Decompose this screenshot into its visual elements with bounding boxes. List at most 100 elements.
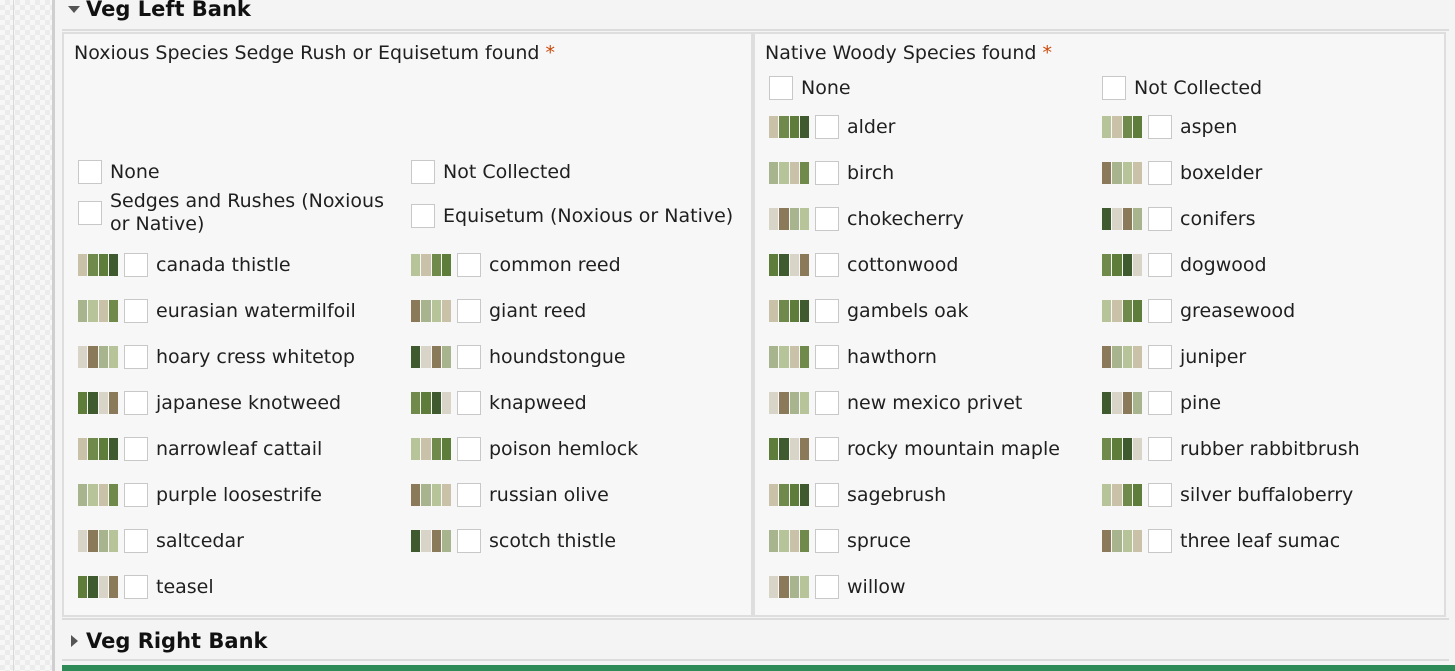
option-pine[interactable]: pine	[1102, 389, 1221, 417]
option-aspen[interactable]: aspen	[1102, 113, 1237, 141]
checkbox[interactable]	[815, 299, 839, 323]
checkbox[interactable]	[815, 483, 839, 507]
checkbox[interactable]	[1148, 483, 1172, 507]
checkbox[interactable]	[1102, 76, 1126, 100]
checkbox[interactable]	[1148, 115, 1172, 139]
checkbox[interactable]	[457, 253, 481, 277]
form-bottom-bar	[62, 665, 1455, 671]
checkbox[interactable]	[1148, 437, 1172, 461]
checkbox[interactable]	[1148, 345, 1172, 369]
left-gutter	[0, 0, 52, 671]
option-sedges-and-rushes[interactable]: Sedges and Rushes (Noxious or Native)	[78, 190, 408, 236]
checkbox[interactable]	[124, 437, 148, 461]
checkbox[interactable]	[411, 160, 435, 184]
checkbox[interactable]	[1148, 253, 1172, 277]
species-photo-thumbnail	[769, 254, 809, 276]
checkbox[interactable]	[815, 437, 839, 461]
checkbox[interactable]	[815, 345, 839, 369]
option-alder[interactable]: alder	[769, 113, 895, 141]
checkbox[interactable]	[457, 299, 481, 323]
option-poison-hemlock[interactable]: poison hemlock	[411, 435, 638, 463]
checkbox[interactable]	[124, 253, 148, 277]
option-eurasian-watermilfoil[interactable]: eurasian watermilfoil	[78, 297, 356, 325]
checkbox[interactable]	[815, 391, 839, 415]
checkbox[interactable]	[457, 529, 481, 553]
species-photo-thumbnail	[769, 438, 809, 460]
checkbox[interactable]	[124, 391, 148, 415]
option-hoary-cress-whitetop[interactable]: hoary cress whitetop	[78, 343, 355, 371]
option-houndstongue[interactable]: houndstongue	[411, 343, 626, 371]
option-common-reed[interactable]: common reed	[411, 251, 621, 279]
checkbox[interactable]	[815, 575, 839, 599]
option-saltcedar[interactable]: saltcedar	[78, 527, 244, 555]
checkbox[interactable]	[124, 483, 148, 507]
option-not-collected[interactable]: Not Collected	[1102, 74, 1262, 102]
option-new-mexico-privet[interactable]: new mexico privet	[769, 389, 1022, 417]
option-label: teasel	[156, 576, 214, 598]
option-label: None	[110, 161, 160, 183]
option-none[interactable]: None	[78, 158, 160, 186]
option-teasel[interactable]: teasel	[78, 573, 214, 601]
checkbox[interactable]	[815, 253, 839, 277]
option-russian-olive[interactable]: russian olive	[411, 481, 609, 509]
checkbox[interactable]	[1148, 391, 1172, 415]
species-photo-thumbnail	[769, 346, 809, 368]
option-sagebrush[interactable]: sagebrush	[769, 481, 946, 509]
option-label: None	[801, 77, 851, 99]
option-dogwood[interactable]: dogwood	[1102, 251, 1267, 279]
checkbox[interactable]	[1148, 529, 1172, 553]
option-hawthorn[interactable]: hawthorn	[769, 343, 937, 371]
species-photo-thumbnail	[1102, 300, 1142, 322]
checkbox[interactable]	[815, 207, 839, 231]
option-rubber-rabbitbrush[interactable]: rubber rabbitbrush	[1102, 435, 1360, 463]
checkbox[interactable]	[124, 299, 148, 323]
checkbox[interactable]	[769, 76, 793, 100]
checkbox[interactable]	[457, 483, 481, 507]
option-gambels-oak[interactable]: gambels oak	[769, 297, 968, 325]
option-giant-reed[interactable]: giant reed	[411, 297, 586, 325]
option-label: russian olive	[489, 484, 609, 506]
option-silver-buffaloberry[interactable]: silver buffaloberry	[1102, 481, 1353, 509]
option-label: new mexico privet	[847, 392, 1023, 414]
checkbox[interactable]	[1148, 161, 1172, 185]
checkbox[interactable]	[124, 575, 148, 599]
species-photo-thumbnail	[769, 576, 809, 598]
option-narrowleaf-cattail[interactable]: narrowleaf cattail	[78, 435, 322, 463]
option-japanese-knotweed[interactable]: japanese knotweed	[78, 389, 341, 417]
checkbox[interactable]	[1148, 207, 1172, 231]
option-scotch-thistle[interactable]: scotch thistle	[411, 527, 616, 555]
checkbox[interactable]	[124, 345, 148, 369]
section-header-veg-left-bank[interactable]: Veg Left Bank	[62, 0, 1449, 23]
checkbox[interactable]	[457, 391, 481, 415]
checkbox[interactable]	[457, 437, 481, 461]
checkbox[interactable]	[1148, 299, 1172, 323]
option-birch[interactable]: birch	[769, 159, 894, 187]
option-conifers[interactable]: conifers	[1102, 205, 1255, 233]
section-header-veg-right-bank[interactable]: Veg Right Bank	[62, 627, 1449, 655]
checkbox[interactable]	[124, 529, 148, 553]
option-knapweed[interactable]: knapweed	[411, 389, 587, 417]
option-chokecherry[interactable]: chokecherry	[769, 205, 964, 233]
checkbox[interactable]	[78, 160, 102, 184]
option-label: eurasian watermilfoil	[156, 300, 356, 322]
species-photo-thumbnail	[769, 484, 809, 506]
option-spruce[interactable]: spruce	[769, 527, 911, 555]
option-not-collected[interactable]: Not Collected	[411, 158, 571, 186]
option-canada-thistle[interactable]: canada thistle	[78, 251, 291, 279]
option-cottonwood[interactable]: cottonwood	[769, 251, 959, 279]
checkbox[interactable]	[78, 201, 102, 225]
option-greasewood[interactable]: greasewood	[1102, 297, 1295, 325]
checkbox[interactable]	[457, 345, 481, 369]
option-purple-loosestrife[interactable]: purple loosestrife	[78, 481, 322, 509]
option-three-leaf-sumac[interactable]: three leaf sumac	[1102, 527, 1340, 555]
checkbox[interactable]	[815, 161, 839, 185]
checkbox[interactable]	[411, 204, 435, 228]
option-rocky-mountain-maple[interactable]: rocky mountain maple	[769, 435, 1060, 463]
checkbox[interactable]	[815, 529, 839, 553]
checkbox[interactable]	[815, 115, 839, 139]
option-none[interactable]: None	[769, 74, 851, 102]
option-willow[interactable]: willow	[769, 573, 906, 601]
option-equisetum[interactable]: Equisetum (Noxious or Native)	[411, 202, 733, 230]
option-juniper[interactable]: juniper	[1102, 343, 1246, 371]
option-boxelder[interactable]: boxelder	[1102, 159, 1262, 187]
